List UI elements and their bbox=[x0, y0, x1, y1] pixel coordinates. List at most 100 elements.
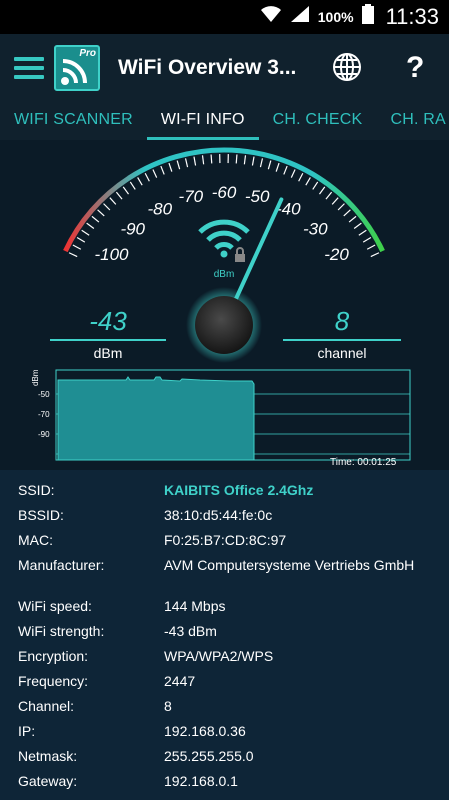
wifi-status-icon bbox=[260, 5, 282, 29]
strength-readout: -43 dBm bbox=[50, 306, 166, 361]
wifi-info-table: SSID: KAIBITS Office 2.4Ghz BSSID: 38:10… bbox=[0, 470, 449, 800]
gauge-tick bbox=[325, 191, 333, 200]
gauge-tick bbox=[68, 252, 78, 258]
gauge-tick bbox=[129, 181, 136, 190]
info-key: Netmask: bbox=[18, 748, 78, 764]
gauge-tick bbox=[337, 203, 345, 211]
info-value: F0:25:B7:CD:8C:97 bbox=[164, 532, 287, 548]
gauge-tick bbox=[72, 244, 82, 250]
tab-wifi-info[interactable]: WI-FI INFO bbox=[146, 102, 259, 140]
gauge-tick-label: -70 bbox=[179, 187, 204, 206]
gauge-tick bbox=[168, 162, 173, 172]
gauge-tick bbox=[312, 181, 319, 190]
gauge-tick bbox=[144, 172, 150, 182]
gauge-tick bbox=[115, 191, 123, 200]
gauge-tick bbox=[210, 154, 213, 164]
gauge-tick-label: -80 bbox=[147, 200, 172, 219]
gauge-tick bbox=[362, 236, 372, 243]
info-key: MAC: bbox=[18, 532, 53, 548]
gauge-tick-label: -20 bbox=[324, 245, 349, 264]
info-key: Manufacturer: bbox=[18, 557, 105, 573]
gauge-tick bbox=[160, 165, 165, 175]
gauge-tick bbox=[81, 229, 90, 236]
gauge-tick bbox=[243, 155, 247, 165]
info-value: 144 Mbps bbox=[164, 598, 226, 614]
gauge-tick bbox=[331, 197, 339, 205]
gauge-tick bbox=[348, 215, 357, 223]
gauge-tick bbox=[283, 165, 288, 175]
gauge-tick bbox=[152, 169, 158, 178]
info-key: IP: bbox=[18, 723, 36, 739]
info-key: BSSID: bbox=[18, 507, 64, 523]
info-value: 2447 bbox=[164, 673, 196, 689]
info-key: Channel: bbox=[18, 698, 75, 714]
app-title: WiFi Overview 3... bbox=[118, 56, 297, 79]
gauge-tick bbox=[318, 186, 326, 195]
gauge-unit-label: dBm bbox=[214, 269, 235, 280]
gauge-knob bbox=[195, 296, 253, 354]
gauge-tick bbox=[267, 160, 272, 170]
gauge-tick bbox=[370, 252, 380, 258]
info-value: AVM Computersysteme Vertriebs GmbH bbox=[164, 557, 415, 573]
battery-percent: 100% bbox=[317, 9, 354, 25]
graph-tick-50: -50 bbox=[38, 390, 50, 399]
gauge-tick bbox=[176, 160, 181, 170]
gauge-tick bbox=[298, 172, 304, 182]
gauge-tick bbox=[358, 229, 367, 236]
graph-y-unit: dBm bbox=[31, 369, 40, 386]
gauge-tick bbox=[103, 203, 111, 211]
gauge-tick bbox=[122, 186, 130, 195]
gauge-tick bbox=[91, 215, 100, 223]
gauge-tick bbox=[305, 177, 311, 186]
info-value: KAIBITS Office 2.4Ghz bbox=[164, 482, 314, 498]
gauge-tick bbox=[251, 156, 255, 166]
info-key: Gateway: bbox=[18, 773, 78, 789]
info-value: 255.255.255.0 bbox=[164, 748, 254, 764]
gauge-tick-label: -60 bbox=[212, 183, 237, 202]
app-toolbar: Pro WiFi Overview 3... ? bbox=[0, 34, 449, 102]
app-logo-icon: Pro bbox=[54, 45, 100, 91]
gauge-tick bbox=[343, 209, 351, 217]
signal-history-graph: dBm -50 -70 -90 bbox=[31, 369, 411, 461]
strength-value: -43 bbox=[89, 306, 127, 336]
info-key: SSID: bbox=[18, 482, 55, 498]
menu-icon[interactable] bbox=[14, 57, 44, 79]
strength-unit: dBm bbox=[93, 345, 123, 361]
gauge-tick bbox=[109, 197, 117, 205]
info-value: 38:10:d5:44:fe:0c bbox=[164, 507, 273, 523]
gauge-tick-label: -90 bbox=[120, 219, 145, 238]
info-value: 192.168.0.1 bbox=[164, 773, 238, 789]
gauge-tick bbox=[353, 222, 362, 229]
channel-readout: 8 channel bbox=[283, 306, 401, 361]
info-value: 192.168.0.36 bbox=[164, 723, 246, 739]
tab-bar: WIFI SCANNER WI-FI INFO CH. CHECK CH. RA bbox=[0, 102, 449, 140]
gauge-tick bbox=[201, 155, 205, 165]
info-value: -43 dBm bbox=[164, 623, 217, 639]
graph-time-label: Time: 00:01:25 bbox=[330, 457, 397, 468]
info-key: Frequency: bbox=[18, 673, 89, 689]
wifi-lock-icon bbox=[198, 219, 250, 262]
globe-icon[interactable] bbox=[332, 52, 364, 84]
info-value: 8 bbox=[164, 698, 172, 714]
gauge-tick bbox=[97, 209, 105, 217]
gauge-tick bbox=[366, 244, 376, 250]
tab-channel-rating[interactable]: CH. RA bbox=[376, 102, 449, 140]
tab-wifi-scanner[interactable]: WIFI SCANNER bbox=[0, 102, 147, 140]
gauge-tick bbox=[290, 169, 296, 178]
info-key: Encryption: bbox=[18, 648, 89, 664]
tab-channel-check[interactable]: CH. CHECK bbox=[259, 102, 377, 140]
gauge-tick bbox=[86, 222, 95, 229]
info-value: WPA/WPA2/WPS bbox=[164, 648, 274, 664]
cell-signal-icon bbox=[290, 5, 310, 29]
gauge-tick bbox=[137, 177, 143, 186]
gauge-tick bbox=[76, 236, 86, 243]
gauge-tick bbox=[235, 154, 238, 164]
info-key: WiFi strength: bbox=[18, 623, 105, 639]
gauge-tick-label: -30 bbox=[303, 219, 328, 238]
graph-tick-70: -70 bbox=[38, 410, 50, 419]
help-icon[interactable]: ? bbox=[406, 51, 424, 85]
gauge-tick-label: -50 bbox=[245, 187, 270, 206]
signal-gauge-panel: -100 -90 -80 -70 -60 -50 -40 -30 -20 dBm -43 dBm… bbox=[0, 140, 449, 470]
clock: 11:33 bbox=[385, 4, 439, 29]
battery-icon bbox=[361, 4, 374, 30]
